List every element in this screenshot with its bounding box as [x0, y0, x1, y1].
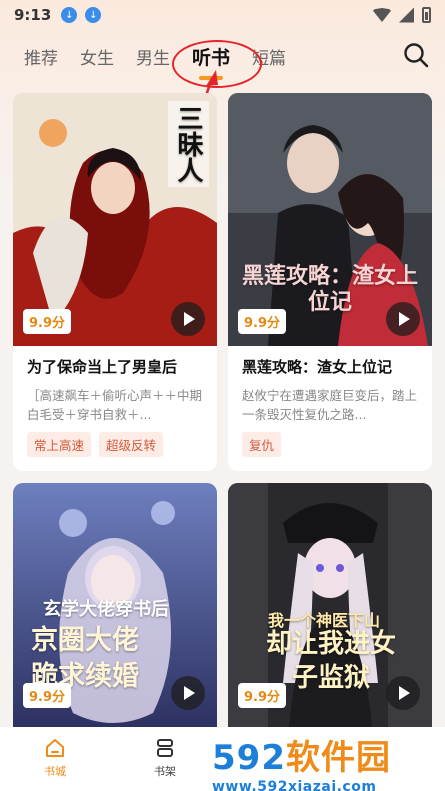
wifi-icon: [373, 8, 391, 22]
play-button[interactable]: [386, 676, 420, 710]
status-bar: 9:13 ↓ ↓: [0, 0, 445, 30]
signal-icon: [399, 7, 414, 23]
download-icon: ↓: [61, 7, 78, 23]
play-button[interactable]: [171, 676, 205, 710]
status-time: 9:13: [14, 6, 52, 24]
tab-female[interactable]: 女生: [80, 44, 114, 69]
book-cover[interactable]: 黑莲攻略：渣女上位记 9.9分: [228, 93, 432, 346]
watermark-brand-rest: 软件园: [285, 738, 391, 778]
book-tag[interactable]: 复仇: [242, 432, 282, 457]
book-card[interactable]: 三昧人 9.9分 为了保命当上了男皇后 ［高速飙车＋偷听心声＋＋中期白毛受＋穿书…: [13, 93, 217, 471]
score-badge: 9.9分: [238, 309, 287, 334]
book-tag[interactable]: 常上高速: [27, 432, 92, 457]
annotation-ellipse: [172, 40, 262, 88]
home-icon: [46, 739, 64, 757]
watermark: 592软件园 www.592xiazai.com: [212, 730, 437, 791]
book-description: 赵攸宁在遭遇家庭巨变后，踏上一条毁灭性复仇之路...: [242, 388, 418, 422]
search-icon[interactable]: [403, 42, 429, 68]
book-description: ［高速飙车＋偷听心声＋＋中期白毛受＋穿书自救＋...: [27, 388, 203, 422]
play-button[interactable]: [171, 302, 205, 336]
book-card[interactable]: 黑莲攻略：渣女上位记 9.9分 黑莲攻略：渣女上位记 赵攸宁在遭遇家庭巨变后，踏…: [228, 93, 432, 471]
download-icon: ↓: [85, 7, 102, 23]
bookshelf-icon: [157, 739, 173, 757]
book-cover[interactable]: 我一个神医下山 却让我进女子监狱 9.9分: [228, 483, 432, 736]
book-cover[interactable]: 三昧人 9.9分: [13, 93, 217, 346]
book-card[interactable]: 玄学大佬穿书后 京圈大佬跪求续婚 9.9分: [13, 483, 217, 736]
book-tag[interactable]: 超级反转: [99, 432, 164, 457]
book-card[interactable]: 我一个神医下山 却让我进女子监狱 9.9分: [228, 483, 432, 736]
watermark-url: www.592xiazai.com: [212, 779, 377, 791]
cover-title-art: 三昧人: [168, 101, 209, 187]
play-button[interactable]: [386, 302, 420, 336]
watermark-brand: 592软件园: [212, 738, 391, 778]
score-badge: 9.9分: [238, 683, 287, 708]
score-badge: 9.9分: [23, 309, 72, 334]
book-title[interactable]: 为了保命当上了男皇后: [27, 356, 203, 377]
book-cover[interactable]: 玄学大佬穿书后 京圈大佬跪求续婚 9.9分: [13, 483, 217, 736]
cover-subtitle-art: 玄学大佬穿书后: [43, 599, 169, 620]
tab-recommend[interactable]: 推荐: [24, 44, 58, 69]
nav-bookshelf-label: 书架: [154, 765, 176, 778]
tab-male[interactable]: 男生: [136, 44, 170, 69]
score-badge: 9.9分: [23, 683, 72, 708]
book-title[interactable]: 黑莲攻略：渣女上位记: [242, 356, 418, 377]
battery-icon: [422, 7, 431, 23]
nav-bookshelf[interactable]: 书架: [110, 727, 220, 791]
nav-bookstore[interactable]: 书城: [0, 727, 110, 791]
nav-bookstore-label: 书城: [44, 765, 66, 778]
